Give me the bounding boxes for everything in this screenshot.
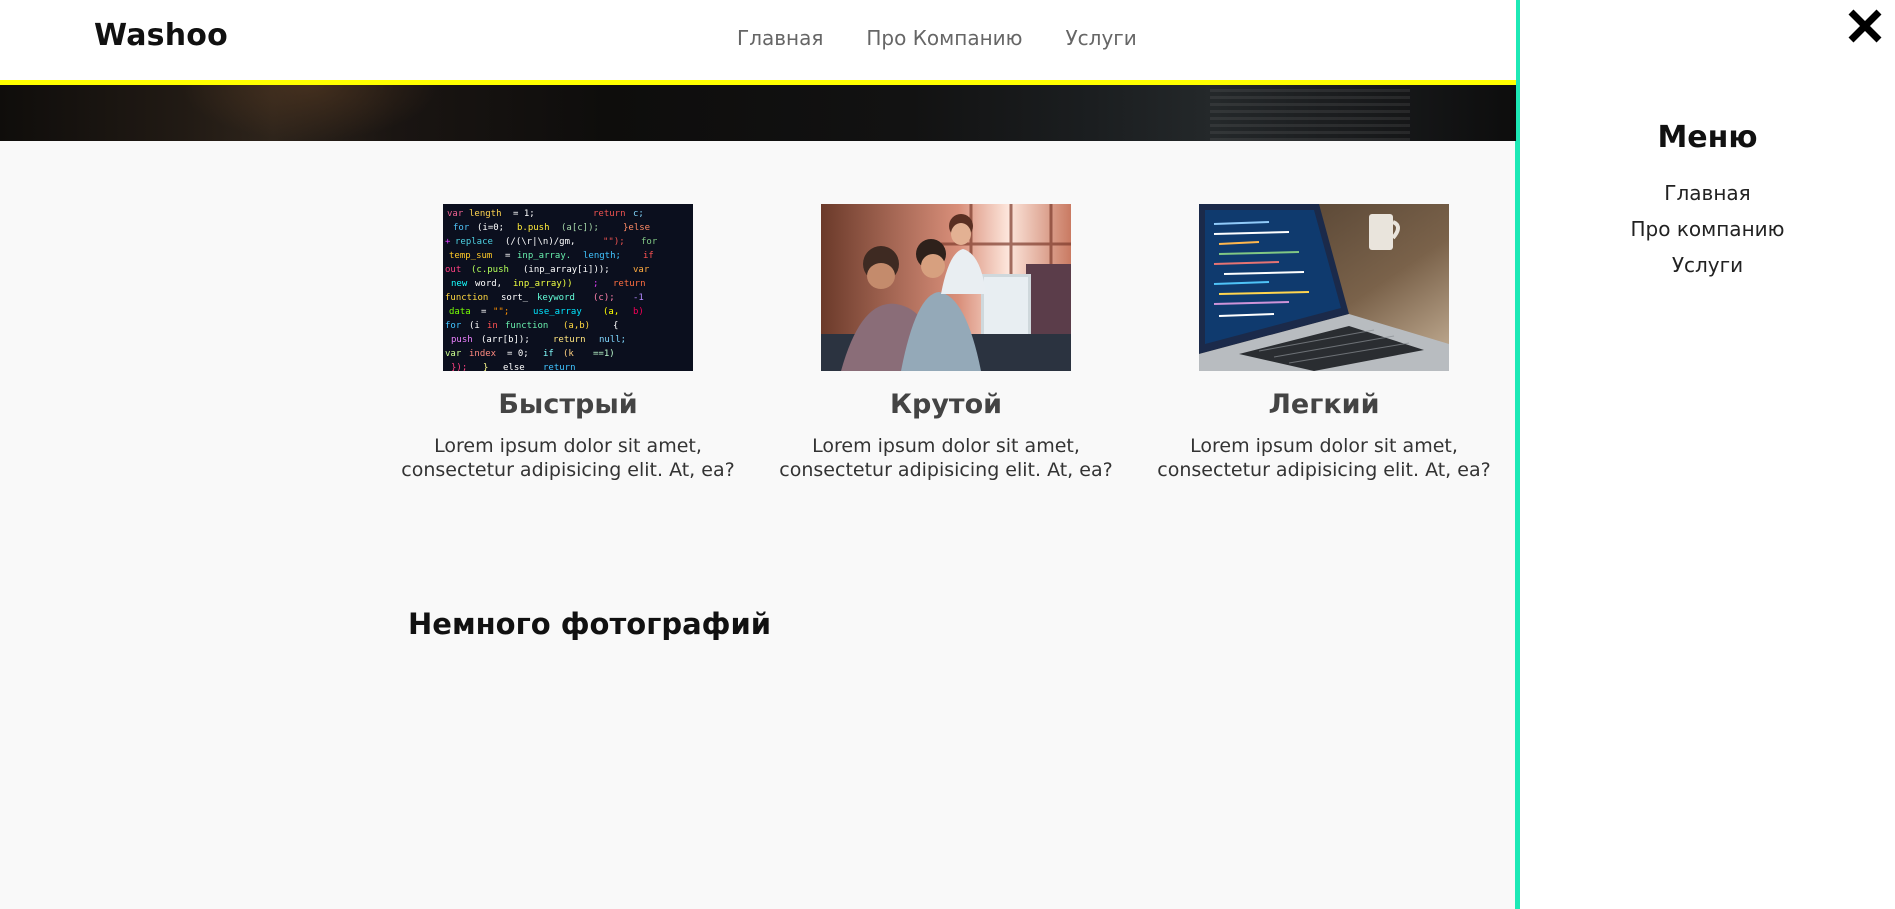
main-content: Washoo Главная Про Компанию Услуги var le… (0, 0, 1516, 909)
svg-text:(k: (k (563, 349, 574, 359)
feature-card-easy: Легкий Lorem ipsum dolor sit amet, consec… (1144, 204, 1504, 482)
feature-description: Lorem ipsum dolor sit amet, consectetur a… (779, 435, 1113, 481)
svg-text:var: var (445, 349, 462, 359)
svg-text:function: function (505, 321, 548, 331)
svg-text:+: + (445, 237, 451, 247)
svg-text:function: function (445, 293, 488, 303)
svg-text:length;: length; (583, 251, 621, 261)
team-at-computer-photo (821, 204, 1071, 371)
site-logo[interactable]: Washoo (94, 18, 228, 53)
svg-text:if: if (543, 349, 554, 359)
svg-text:new: new (451, 279, 468, 289)
svg-text:=: = (505, 251, 511, 261)
svg-text:;: ; (593, 279, 598, 289)
side-menu-link-home[interactable]: Главная (1664, 181, 1750, 205)
top-nav: Главная Про Компанию Услуги (737, 26, 1137, 50)
svg-text:(c);: (c); (593, 293, 615, 303)
svg-text:sort_: sort_ (501, 293, 529, 303)
nav-link-about[interactable]: Про Компанию (866, 26, 1022, 50)
svg-text:keyword: keyword (537, 293, 575, 303)
svg-text:if: if (643, 251, 654, 261)
svg-text:"");: ""); (603, 237, 625, 247)
side-menu-link-services[interactable]: Услуги (1672, 253, 1743, 277)
side-menu-item: Про компанию (1520, 217, 1895, 253)
svg-text:var: var (447, 209, 464, 219)
svg-text:(inp_array[i]));: (inp_array[i])); (523, 265, 610, 275)
svg-text:return: return (593, 209, 626, 219)
feature-card-cool: Крутой Lorem ipsum dolor sit amet, consec… (766, 204, 1126, 482)
svg-text:inp_array.: inp_array. (517, 251, 571, 261)
side-menu-title: Меню (1657, 120, 1758, 155)
svg-text:});: }); (451, 363, 467, 371)
svg-text:= 0;: = 0; (507, 349, 529, 359)
svg-text:(i=0;: (i=0; (477, 223, 504, 233)
feature-description: Lorem ipsum dolor sit amet, consectetur a… (1157, 435, 1491, 481)
svg-text:return: return (553, 335, 586, 345)
feature-card-fast: var length = 1; return c; for (i=0; b.push (a[c… (388, 204, 748, 482)
side-menu-link-about[interactable]: Про компанию (1631, 217, 1785, 241)
svg-text:else: else (503, 363, 525, 371)
svg-text:==1): ==1) (593, 349, 615, 359)
svg-text:b.push: b.push (517, 223, 550, 233)
site-header: Washoo Главная Про Компанию Услуги (0, 0, 1516, 85)
svg-text:temp_sum: temp_sum (449, 251, 492, 261)
svg-text:var: var (633, 265, 650, 275)
svg-text:for: for (453, 223, 470, 233)
feature-title: Быстрый (498, 389, 638, 420)
laptop-photo (1199, 204, 1449, 371)
svg-text:use_array: use_array (533, 307, 582, 317)
svg-text:(c.push: (c.push (471, 265, 509, 275)
svg-text:= 1;: = 1; (513, 209, 535, 219)
svg-text:(arr[b]);: (arr[b]); (481, 335, 530, 345)
svg-text:replace: replace (455, 237, 493, 247)
svg-text:null;: null; (599, 335, 626, 345)
gallery-heading: Немного фотографий (408, 607, 772, 641)
svg-text:(a,b): (a,b) (563, 321, 590, 331)
nav-link-services[interactable]: Услуги (1065, 26, 1136, 50)
svg-text:(/(\r|\n)/gm,: (/(\r|\n)/gm, (505, 237, 575, 247)
svg-text:in: in (487, 321, 498, 331)
svg-text:data: data (449, 307, 471, 317)
feature-title: Крутой (889, 389, 1003, 420)
svg-text:c;: c; (633, 209, 644, 219)
svg-text:out: out (445, 265, 461, 275)
svg-text:word,: word, (475, 279, 502, 289)
svg-text:index: index (469, 349, 497, 359)
svg-text:length: length (469, 209, 502, 219)
svg-text:b): b) (633, 307, 644, 317)
svg-text:(i: (i (469, 321, 480, 331)
svg-text:inp_array)): inp_array)) (513, 279, 573, 289)
svg-text:for: for (445, 321, 462, 331)
hero-banner-image (0, 85, 1516, 141)
svg-text:push: push (451, 335, 473, 345)
nav-link-home[interactable]: Главная (737, 26, 823, 50)
svg-text:{: { (613, 321, 618, 331)
feature-title: Легкий (1268, 389, 1380, 420)
svg-text:"";: ""; (493, 307, 509, 317)
code-screen-photo: var length = 1; return c; for (i=0; b.push (a[c… (443, 204, 693, 371)
page: Washoo Главная Про Компанию Услуги var le… (0, 0, 1895, 909)
close-icon[interactable] (1845, 6, 1885, 46)
side-menu: Меню Главная Про компанию Услуги (1520, 0, 1895, 909)
svg-text:for: for (641, 237, 658, 247)
svg-text:(a,: (a, (603, 307, 619, 317)
svg-text:return: return (613, 279, 646, 289)
svg-text:=: = (481, 307, 487, 317)
feature-description: Lorem ipsum dolor sit amet, consectetur a… (401, 435, 735, 481)
side-menu-list: Главная Про компанию Услуги (1520, 181, 1895, 289)
svg-text:}else: }else (623, 223, 650, 233)
svg-text:(a[c]);: (a[c]); (561, 223, 599, 233)
side-menu-item: Главная (1520, 181, 1895, 217)
svg-text:return: return (543, 363, 576, 371)
side-menu-item: Услуги (1520, 253, 1895, 289)
svg-text:}: } (483, 363, 488, 371)
svg-text:-1: -1 (633, 293, 644, 303)
